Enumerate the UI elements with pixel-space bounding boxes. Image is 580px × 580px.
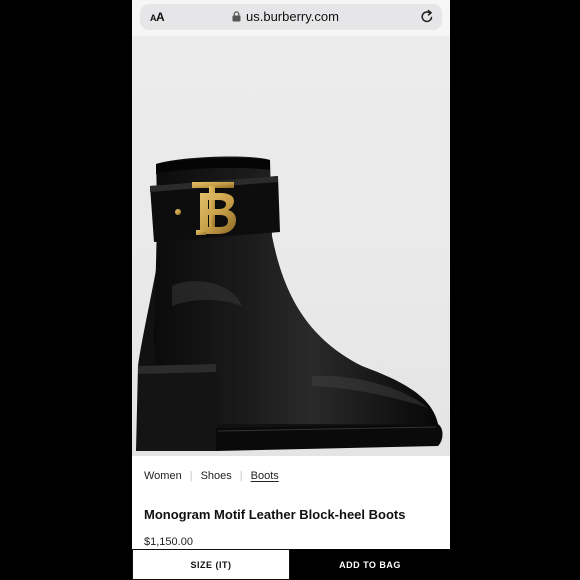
lock-icon — [232, 11, 241, 22]
boot-illustration — [136, 156, 443, 451]
reload-icon[interactable] — [420, 9, 434, 24]
product-title: Monogram Motif Leather Block-heel Boots — [144, 507, 406, 522]
product-image[interactable] — [132, 36, 450, 456]
url-display[interactable]: us.burberry.com — [232, 9, 339, 24]
breadcrumb-separator: | — [189, 470, 193, 482]
product-price: $1,150.00 — [144, 536, 193, 548]
url-text: us.burberry.com — [246, 9, 339, 24]
address-pill[interactable]: AA us.burberry.com — [140, 4, 442, 30]
breadcrumb-women[interactable]: Women — [144, 470, 182, 482]
breadcrumb-boots[interactable]: Boots — [251, 470, 279, 482]
add-to-bag-button[interactable]: ADD TO BAG — [290, 549, 450, 580]
breadcrumb: Women | Shoes | Boots — [144, 470, 279, 482]
breadcrumb-shoes[interactable]: Shoes — [201, 470, 232, 482]
phone-screen: AA us.burberry.com Women | Shoes | Boots… — [132, 0, 450, 580]
breadcrumb-separator: | — [239, 470, 243, 482]
size-selector-button[interactable]: SIZE (IT) — [132, 549, 290, 580]
product-actions: SIZE (IT) ADD TO BAG — [132, 549, 450, 580]
text-size-button[interactable]: AA — [150, 10, 165, 24]
browser-address-bar: AA us.burberry.com — [132, 0, 450, 36]
